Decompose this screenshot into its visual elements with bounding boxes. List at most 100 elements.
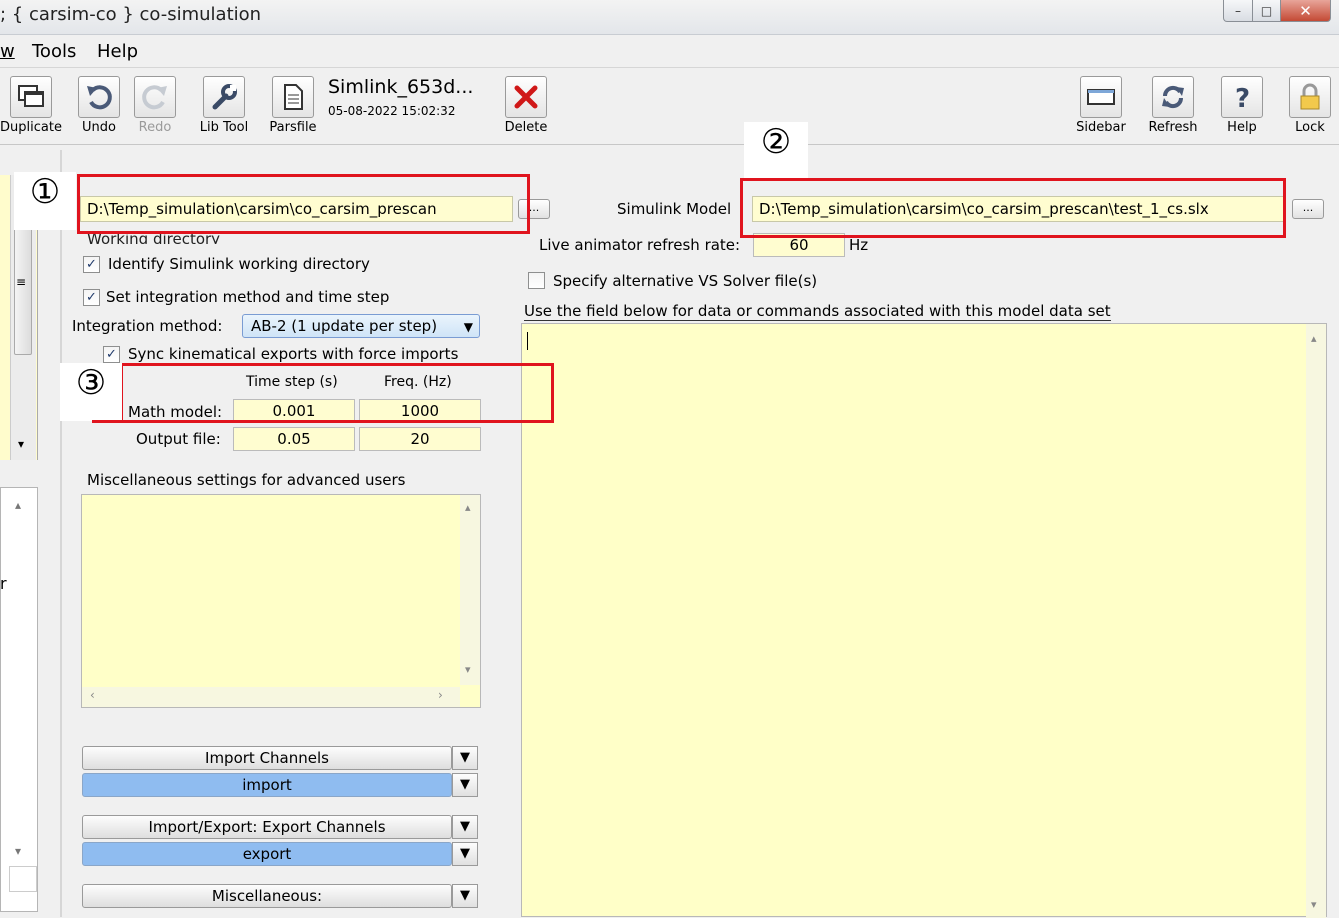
annotation-label-1: ① bbox=[14, 172, 76, 230]
help-button[interactable]: ? Help bbox=[1211, 76, 1273, 135]
alt-solver-checkbox[interactable] bbox=[528, 272, 545, 289]
help-icon: ? bbox=[1221, 76, 1263, 118]
annotation-box-2 bbox=[740, 178, 1286, 238]
refresh-icon bbox=[1152, 76, 1194, 118]
refresh-rate-unit: Hz bbox=[849, 236, 869, 254]
annotation-underline-3 bbox=[92, 420, 355, 423]
scroll-right-icon[interactable]: › bbox=[438, 688, 443, 702]
document-icon bbox=[272, 76, 314, 118]
left-strip-letter: r bbox=[0, 574, 7, 593]
menu-help[interactable]: Help bbox=[97, 41, 138, 62]
chevron-down-icon[interactable]: ▼ bbox=[452, 746, 478, 770]
maximize-button[interactable]: □ bbox=[1253, 0, 1281, 22]
window-title: ; { carsim-co } co-simulation bbox=[0, 4, 262, 25]
lock-icon bbox=[1289, 76, 1331, 118]
title-bar: ; { carsim-co } co-simulation – □ ✕ bbox=[0, 0, 1339, 35]
misc-horizontal-scrollbar[interactable]: ‹ › bbox=[82, 687, 460, 707]
model-data-scrollbar[interactable]: ▴ ▾ bbox=[1306, 324, 1326, 918]
scroll-up-icon[interactable]: ▴ bbox=[465, 501, 471, 514]
undo-label: Undo bbox=[82, 120, 116, 135]
annotation-label-2: ② bbox=[744, 122, 808, 178]
export-dataset-button[interactable]: export bbox=[82, 842, 452, 866]
output-file-time-step-field[interactable]: 0.05 bbox=[233, 427, 355, 451]
chevron-down-icon[interactable]: ▼ bbox=[452, 842, 478, 866]
scroll-up-icon[interactable]: ▴ bbox=[15, 498, 21, 512]
lib-tool-label: Lib Tool bbox=[199, 120, 249, 135]
output-file-freq-field[interactable]: 20 bbox=[359, 427, 481, 451]
chevron-down-icon[interactable]: ▼ bbox=[452, 815, 478, 839]
miscellaneous-button[interactable]: Miscellaneous: bbox=[82, 884, 452, 908]
close-button[interactable]: ✕ bbox=[1281, 0, 1331, 22]
wrench-icon bbox=[203, 76, 245, 118]
model-data-textarea[interactable]: ▴ ▾ bbox=[521, 323, 1327, 918]
sidebar-button[interactable]: Sidebar bbox=[1070, 76, 1132, 135]
lib-tool-button[interactable]: Lib Tool bbox=[193, 76, 255, 135]
menu-view[interactable]: w bbox=[0, 41, 15, 62]
annotation-box-1 bbox=[77, 174, 530, 234]
refresh-button[interactable]: Refresh bbox=[1142, 76, 1204, 135]
left-lower-box bbox=[9, 866, 37, 892]
scroll-down-icon[interactable]: ▾ bbox=[18, 437, 24, 451]
parsfile-date: 05-08-2022 15:02:32 bbox=[328, 104, 456, 118]
scroll-down-icon[interactable]: ▾ bbox=[465, 663, 471, 676]
redo-button[interactable]: Redo bbox=[124, 76, 186, 135]
delete-icon bbox=[505, 76, 547, 118]
text-cursor bbox=[527, 332, 528, 350]
chevron-down-icon[interactable]: ▼ bbox=[452, 773, 478, 797]
sidebar-icon bbox=[1080, 76, 1122, 118]
misc-settings-textarea[interactable]: ▴ ▾ ‹ › bbox=[81, 494, 481, 708]
redo-label: Redo bbox=[138, 120, 172, 135]
minimize-button[interactable]: – bbox=[1223, 0, 1253, 22]
refresh-label: Refresh bbox=[1148, 120, 1198, 135]
scroll-down-icon[interactable]: ▾ bbox=[1311, 898, 1317, 911]
sync-label: Sync kinematical exports with force impo… bbox=[128, 345, 459, 363]
alt-solver-label: Specify alternative VS Solver file(s) bbox=[553, 272, 818, 290]
grip-icon: ≡ bbox=[16, 275, 27, 289]
menu-bar: w Tools Help bbox=[0, 38, 1339, 64]
export-channels-button[interactable]: Import/Export: Export Channels bbox=[82, 815, 452, 839]
lock-label: Lock bbox=[1295, 120, 1325, 135]
delete-label: Delete bbox=[504, 120, 548, 135]
simulink-model-label: Simulink Model bbox=[617, 200, 732, 218]
lock-button[interactable]: Lock bbox=[1279, 76, 1339, 135]
set-integration-checkbox[interactable]: ✓ bbox=[83, 289, 100, 306]
sync-checkbox[interactable]: ✓ bbox=[103, 346, 120, 363]
menu-tools[interactable]: Tools bbox=[32, 41, 76, 62]
refresh-rate-label: Live animator refresh rate: bbox=[539, 236, 741, 254]
duplicate-button[interactable]: Duplicate bbox=[0, 76, 62, 135]
parsfile-title: Simlink_653d... bbox=[328, 76, 474, 98]
duplicate-label: Duplicate bbox=[0, 120, 62, 135]
misc-vertical-scrollbar[interactable]: ▴ ▾ bbox=[460, 495, 480, 685]
output-file-label: Output file: bbox=[136, 430, 221, 448]
import-dataset-button[interactable]: import bbox=[82, 773, 452, 797]
annotation-box-3 bbox=[120, 363, 554, 423]
integration-method-value: AB-2 (1 update per step) bbox=[251, 317, 438, 335]
delete-button[interactable]: Delete bbox=[495, 76, 557, 135]
identify-checkbox[interactable]: ✓ bbox=[83, 256, 100, 273]
simulink-model-browse-button[interactable]: ... bbox=[1292, 199, 1324, 219]
parsfile-button[interactable]: Parsfile bbox=[262, 76, 324, 135]
chevron-down-icon: ▼ bbox=[463, 320, 473, 334]
integration-method-dropdown[interactable]: AB-2 (1 update per step) ▼ bbox=[242, 314, 480, 338]
duplicate-icon bbox=[10, 76, 52, 118]
chevron-down-icon[interactable]: ▼ bbox=[452, 884, 478, 908]
import-channels-button[interactable]: Import Channels bbox=[82, 746, 452, 770]
redo-icon bbox=[134, 76, 176, 118]
help-label: Help bbox=[1227, 120, 1257, 135]
panel-divider[interactable] bbox=[60, 150, 62, 917]
undo-icon bbox=[78, 76, 120, 118]
svg-text:?: ? bbox=[1235, 84, 1250, 112]
scroll-left-icon[interactable]: ‹ bbox=[90, 688, 95, 702]
toolbar: Duplicate Undo Redo Lib Tool Parsfile De… bbox=[0, 67, 1339, 145]
window-controls: – □ ✕ bbox=[1223, 0, 1331, 22]
left-lower-panel: ▴ r ▾ bbox=[0, 487, 38, 912]
scroll-down-icon[interactable]: ▾ bbox=[15, 844, 21, 858]
parsfile-label: Parsfile bbox=[269, 120, 317, 135]
integration-method-label: Integration method: bbox=[72, 317, 223, 335]
identify-label: Identify Simulink working directory bbox=[108, 255, 370, 273]
set-integration-label: Set integration method and time step bbox=[106, 288, 390, 306]
scroll-up-icon[interactable]: ▴ bbox=[1311, 332, 1317, 345]
sidebar-label: Sidebar bbox=[1076, 120, 1126, 135]
data-field-caption: Use the field below for data or commands… bbox=[524, 302, 1111, 321]
undo-button[interactable]: Undo bbox=[68, 76, 130, 135]
